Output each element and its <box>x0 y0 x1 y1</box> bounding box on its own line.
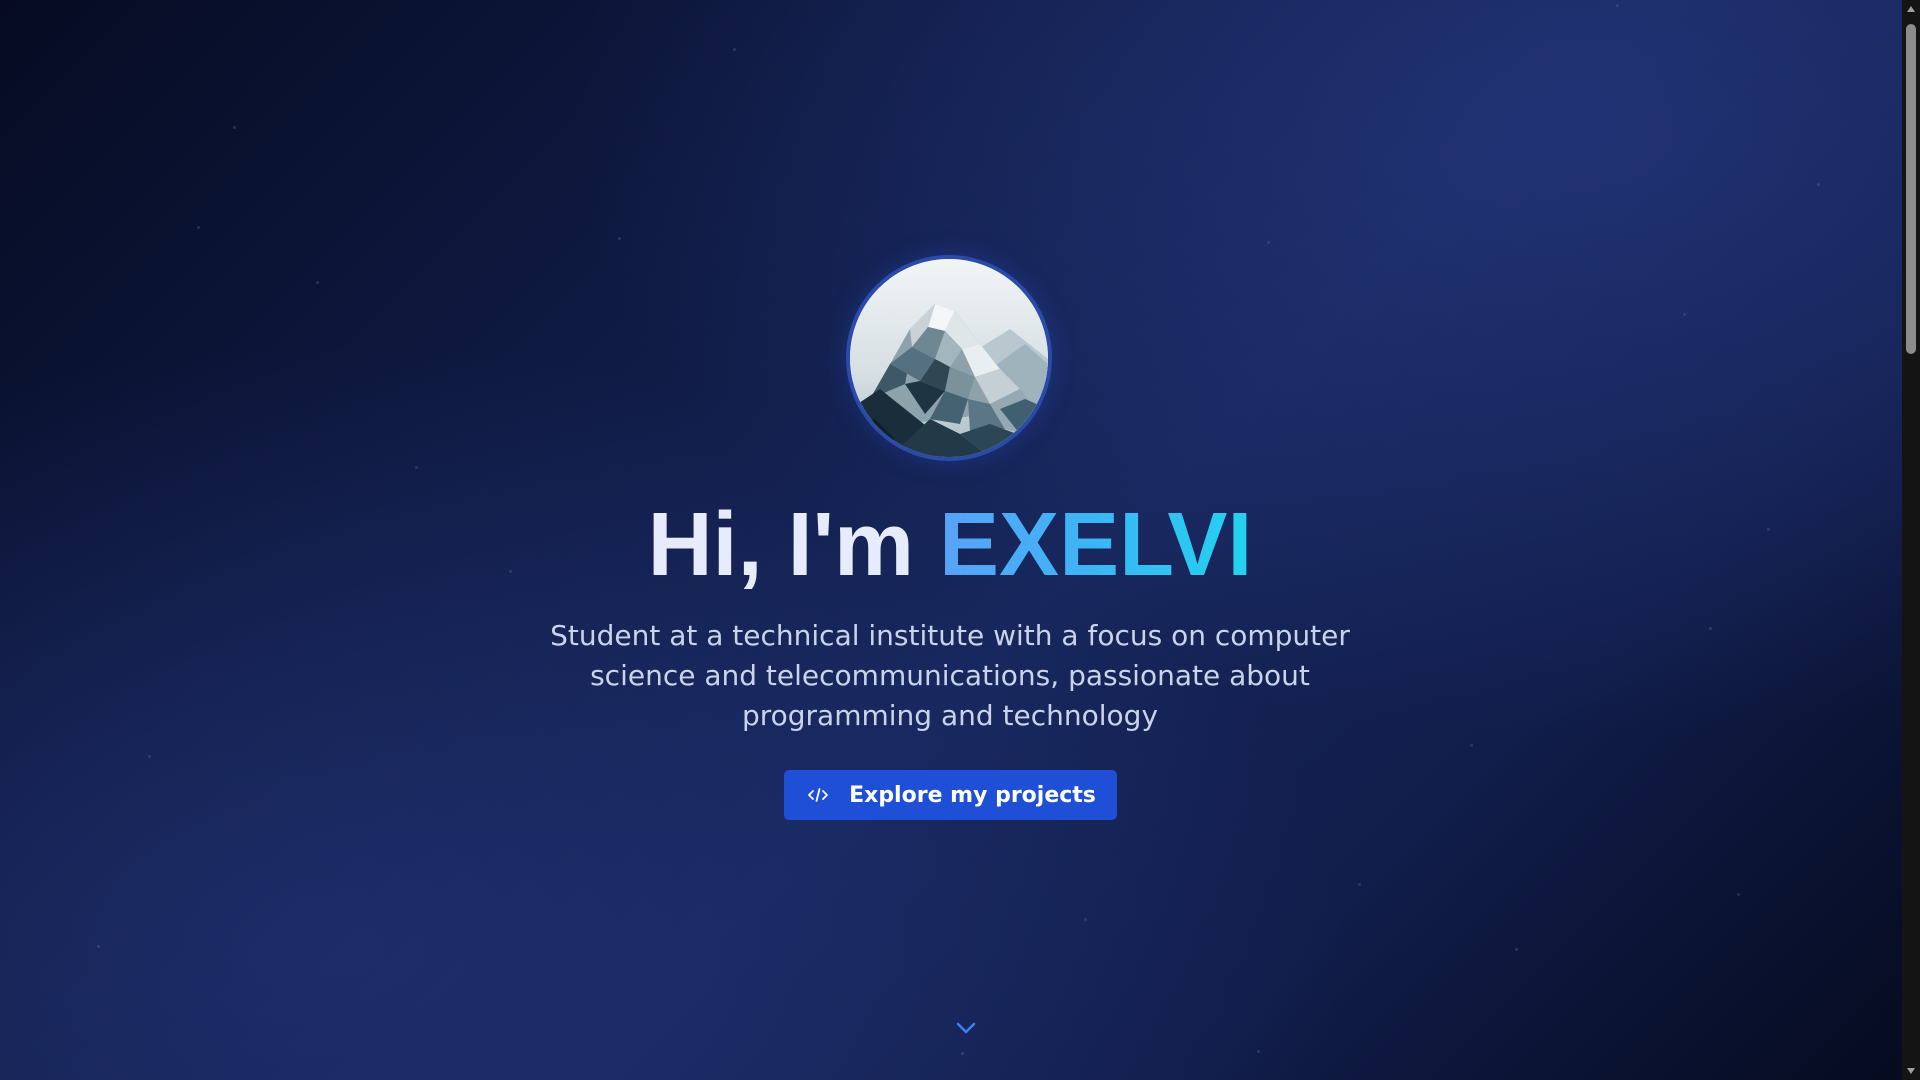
hero-section: Hi, I'm EXELVI Student at a technical in… <box>0 0 1900 1080</box>
hero-title: Hi, I'm EXELVI <box>0 490 1900 600</box>
scrollbar-thumb[interactable] <box>1906 24 1916 354</box>
hero-title-name: EXELVI <box>939 495 1253 595</box>
scroll-up-arrow-icon[interactable] <box>1902 0 1920 18</box>
profile-avatar <box>846 255 1052 461</box>
page-viewport: Hi, I'm EXELVI Student at a technical in… <box>0 0 1902 1080</box>
code-icon <box>805 785 831 805</box>
hero-title-greeting: Hi, I'm <box>647 495 940 595</box>
mountain-illustration <box>850 259 1048 457</box>
explore-projects-label: Explore my projects <box>849 782 1096 808</box>
chevron-down-icon[interactable] <box>953 1018 979 1038</box>
hero-subtitle: Student at a technical institute with a … <box>550 619 1350 732</box>
explore-projects-button[interactable]: Explore my projects <box>784 770 1117 820</box>
vertical-scrollbar[interactable] <box>1902 0 1920 1080</box>
scroll-down-arrow-icon[interactable] <box>1902 1062 1920 1080</box>
